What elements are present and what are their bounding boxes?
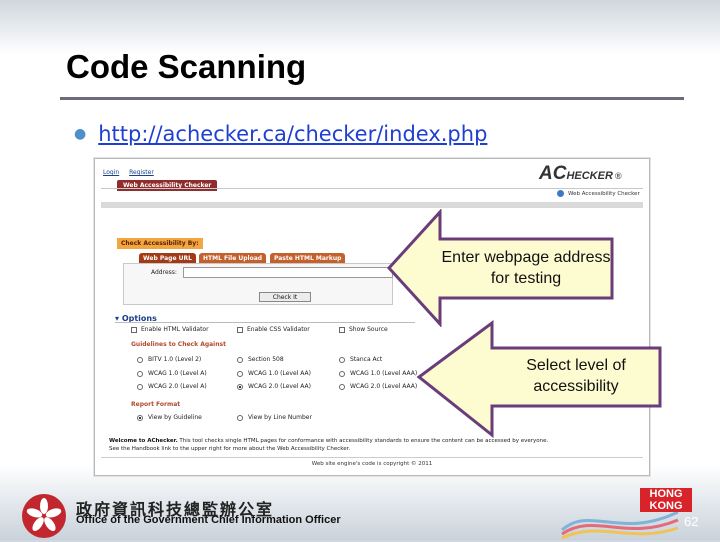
report-by-line-number[interactable]: View by Line Number (237, 414, 312, 421)
login-link[interactable]: Login (103, 169, 119, 176)
address-label: Address: (151, 269, 177, 276)
hk-emblem-icon (22, 494, 66, 538)
address-callout: Enter webpage address for testing (386, 209, 616, 327)
tab-web-accessibility-checker[interactable]: Web Accessibility Checker (117, 180, 218, 191)
html-validator-checkbox[interactable]: Enable HTML Validator (131, 326, 209, 333)
guideline-wcag1-a[interactable]: WCAG 1.0 (Level A) (137, 370, 207, 377)
globe-icon (557, 190, 564, 197)
guideline-section-508[interactable]: Section 508 (237, 356, 284, 363)
bullet-item: ● http://achecker.ca/checker/index.php (74, 122, 487, 146)
check-it-button[interactable]: Check It (259, 292, 311, 302)
ogcio-english-name: Office of the Government Chief Informati… (76, 514, 341, 526)
header-bar (101, 202, 643, 208)
welcome-text: Welcome to AChecker. This tool checks si… (109, 438, 549, 452)
top-links: Login Register (103, 169, 162, 176)
guideline-stanca-act[interactable]: Stanca Act (339, 356, 382, 363)
guidelines-heading: Guidelines to Check Against (131, 341, 226, 348)
check-accessibility-heading: Check Accessibility By: (117, 238, 203, 249)
css-validator-checkbox[interactable]: Enable CSS Validator (237, 326, 310, 333)
show-source-checkbox[interactable]: Show Source (339, 326, 388, 333)
options-divider (115, 322, 415, 323)
achecker-logo: ACHECKER ® (539, 163, 622, 184)
guideline-wcag1-aa[interactable]: WCAG 1.0 (Level AA) (237, 370, 311, 377)
page-number: 62 (684, 514, 699, 529)
bullet-dot-icon: ● (74, 126, 87, 142)
guideline-wcag2-aa[interactable]: WCAG 2.0 (Level AA) (237, 383, 311, 390)
level-callout-text: Select level of accessibility (526, 357, 626, 395)
guideline-wcag1-aaa[interactable]: WCAG 1.0 (Level AAA) (339, 370, 417, 377)
copyright-text: Web site engine's code is copyright © 20… (311, 461, 433, 467)
slide-title: Code Scanning (66, 48, 307, 85)
bottom-divider (101, 457, 643, 458)
report-format-heading: Report Format (131, 401, 181, 408)
handbook-link[interactable]: Web Accessibility Checker (557, 190, 640, 197)
register-link[interactable]: Register (129, 169, 154, 176)
report-by-guideline[interactable]: View by Guideline (137, 414, 202, 421)
checker-url-link[interactable]: http://achecker.ca/checker/index.php (98, 122, 487, 146)
address-callout-text: Enter webpage address for testing (441, 249, 611, 287)
level-callout: Select level of accessibility (416, 320, 664, 438)
guideline-bitv[interactable]: BITV 1.0 (Level 2) (137, 356, 201, 363)
top-divider (101, 188, 643, 189)
title-rule (60, 97, 684, 100)
address-input[interactable] (183, 267, 393, 278)
guideline-wcag2-aaa[interactable]: WCAG 2.0 (Level AAA) (339, 383, 417, 390)
guideline-wcag2-a[interactable]: WCAG 2.0 (Level A) (137, 383, 207, 390)
